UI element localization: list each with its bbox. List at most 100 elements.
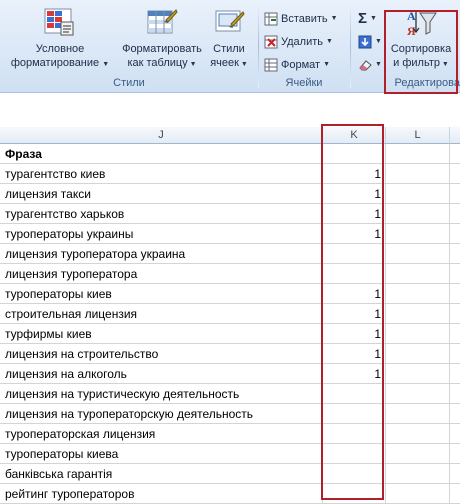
format-as-table-button[interactable]: Форматировать как таблицу ▼ xyxy=(116,2,208,74)
table-row: туроператоры киев 1 xyxy=(0,284,460,304)
cell-styles-button[interactable]: Стили ячеек ▼ xyxy=(206,2,252,74)
table-row: турагентство харьков 1 xyxy=(0,204,460,224)
cell-m[interactable] xyxy=(450,224,460,244)
cell-phrase[interactable]: туроператорская лицензия xyxy=(0,424,323,444)
cell-l[interactable] xyxy=(386,204,450,224)
cell-l[interactable] xyxy=(386,404,450,424)
cell-phrase[interactable]: лицензия такси xyxy=(0,184,323,204)
cell-l[interactable] xyxy=(386,344,450,364)
cell-m[interactable] xyxy=(450,404,460,424)
cell-m[interactable] xyxy=(450,424,460,444)
cell-l[interactable] xyxy=(386,444,450,464)
group-separator xyxy=(350,4,351,88)
cell-phrase[interactable]: лицензия туроператора xyxy=(0,264,323,284)
column-header-j[interactable]: J xyxy=(0,127,323,144)
conditional-formatting-icon xyxy=(44,8,76,38)
cell-phrase[interactable]: рейтинг туроператоров xyxy=(0,484,323,504)
cell-k-value[interactable]: 1 xyxy=(323,304,386,324)
table-row: туроператоры киева xyxy=(0,444,460,464)
cell-l[interactable] xyxy=(386,364,450,384)
format-cells-button[interactable]: Формат ▼ xyxy=(264,56,330,74)
cell-phrase[interactable]: лицензия на туроператорскую деятельность xyxy=(0,404,323,424)
cell-m[interactable] xyxy=(450,244,460,264)
cell-m[interactable] xyxy=(450,344,460,364)
cell-m[interactable] xyxy=(450,464,460,484)
cell-l[interactable] xyxy=(386,484,450,504)
fill-button[interactable]: ▼ xyxy=(358,33,382,51)
delete-cells-button[interactable]: Удалить ▼ xyxy=(264,33,333,51)
cell-m[interactable] xyxy=(450,184,460,204)
cell-k-value[interactable]: 1 xyxy=(323,164,386,184)
insert-cells-label: Вставить xyxy=(281,13,328,25)
cell-phrase[interactable]: турагентство харьков xyxy=(0,204,323,224)
cell-l[interactable] xyxy=(386,164,450,184)
cell-phrase[interactable]: туроператоры киев xyxy=(0,284,323,304)
cell-phrase[interactable]: турагентство киев xyxy=(0,164,323,184)
cell-m[interactable] xyxy=(450,164,460,184)
cell-m[interactable] xyxy=(450,444,460,464)
cell-phrase[interactable]: турфирмы киев xyxy=(0,324,323,344)
cell-k-value[interactable] xyxy=(323,244,386,264)
table-row: лицензия на туристическую деятельность xyxy=(0,384,460,404)
cell-m[interactable] xyxy=(450,364,460,384)
cell-k-value[interactable] xyxy=(323,404,386,424)
cell-m[interactable] xyxy=(450,204,460,224)
cell-phrase[interactable]: лицензия на алкоголь xyxy=(0,364,323,384)
dropdown-arrow-icon: ▼ xyxy=(370,15,377,22)
cell-l[interactable] xyxy=(386,144,450,164)
cell-k-value[interactable]: 1 xyxy=(323,184,386,204)
cell-phrase[interactable]: лицензия туроператора украина xyxy=(0,244,323,264)
cell-l[interactable] xyxy=(386,244,450,264)
cell-k-value[interactable]: 1 xyxy=(323,204,386,224)
dropdown-arrow-icon: ▼ xyxy=(187,61,197,68)
cell-m[interactable] xyxy=(450,324,460,344)
sort-and-filter-button[interactable]: A Я Сортировка и фильтр ▼ xyxy=(386,2,456,74)
cell-m[interactable] xyxy=(450,264,460,284)
cell-k-value[interactable] xyxy=(323,464,386,484)
dropdown-arrow-icon: ▼ xyxy=(330,15,338,22)
cell-k-value[interactable] xyxy=(323,144,386,164)
cell-phrase[interactable]: лицензия на туристическую деятельность xyxy=(0,384,323,404)
eraser-icon xyxy=(358,58,372,72)
cell-k-value[interactable]: 1 xyxy=(323,324,386,344)
cell-m[interactable] xyxy=(450,384,460,404)
cell-k-value[interactable] xyxy=(323,484,386,504)
cell-k-value[interactable]: 1 xyxy=(323,284,386,304)
insert-cells-button[interactable]: Вставить ▼ xyxy=(264,10,338,28)
cell-k-value[interactable] xyxy=(323,384,386,404)
cell-l[interactable] xyxy=(386,384,450,404)
cell-l[interactable] xyxy=(386,184,450,204)
autosum-button[interactable]: Σ ▼ xyxy=(358,10,377,28)
cell-l[interactable] xyxy=(386,224,450,244)
column-header-l[interactable]: L xyxy=(386,127,450,144)
column-header-m[interactable] xyxy=(450,127,460,144)
cell-phrase[interactable]: строительная лицензия xyxy=(0,304,323,324)
cell-m[interactable] xyxy=(450,284,460,304)
cell-phrase[interactable]: банківська гарантія xyxy=(0,464,323,484)
header-cell-phrase[interactable]: Фраза xyxy=(0,144,323,164)
cell-l[interactable] xyxy=(386,324,450,344)
cell-phrase[interactable]: туроператоры украины xyxy=(0,224,323,244)
cell-m[interactable] xyxy=(450,144,460,164)
cell-k-value[interactable]: 1 xyxy=(323,224,386,244)
cell-k-value[interactable] xyxy=(323,264,386,284)
column-header-k[interactable]: K xyxy=(323,127,386,144)
cell-phrase[interactable]: туроператоры киева xyxy=(0,444,323,464)
cell-l[interactable] xyxy=(386,304,450,324)
cell-l[interactable] xyxy=(386,464,450,484)
dropdown-arrow-icon: ▼ xyxy=(102,61,110,68)
cell-k-value[interactable] xyxy=(323,424,386,444)
table-row: банківська гарантія xyxy=(0,464,460,484)
conditional-formatting-button[interactable]: Условное форматирование ▼ xyxy=(4,2,116,74)
cell-phrase[interactable]: лицензия на строительство xyxy=(0,344,323,364)
cell-k-value[interactable] xyxy=(323,444,386,464)
cell-k-value[interactable]: 1 xyxy=(323,344,386,364)
cells-group-label: Ячейки xyxy=(285,77,323,89)
cell-m[interactable] xyxy=(450,304,460,324)
cell-m[interactable] xyxy=(450,484,460,504)
cell-k-value[interactable]: 1 xyxy=(323,364,386,384)
clear-button[interactable]: ▼ xyxy=(358,56,382,74)
cell-l[interactable] xyxy=(386,264,450,284)
cell-l[interactable] xyxy=(386,284,450,304)
cell-l[interactable] xyxy=(386,424,450,444)
